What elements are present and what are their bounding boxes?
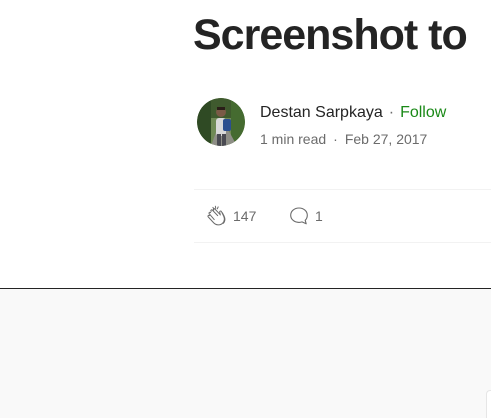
author-separator: · (388, 104, 395, 121)
clap-count[interactable]: 147 (233, 207, 256, 225)
response-count[interactable]: 1 (315, 207, 323, 225)
page: Screenshot to Destan Sarpkaya · Follow 1… (0, 0, 491, 418)
article-title: Screenshot to (193, 11, 468, 59)
follow-button[interactable]: Follow (400, 104, 446, 121)
author-avatar-photo (197, 98, 245, 146)
engagement-bar: 147 1 (194, 189, 491, 243)
clap-icon (207, 205, 226, 226)
author-avatar[interactable] (197, 98, 245, 146)
clap-button[interactable] (204, 204, 228, 228)
speech-bubble-icon (290, 207, 308, 225)
card-edge (486, 390, 491, 418)
read-time: 1 min read (260, 131, 327, 147)
author-name-link[interactable]: Destan Sarpkaya (260, 104, 383, 121)
article-meta: 1 min read · Feb 27, 2017 (260, 130, 427, 148)
author-line: Destan Sarpkaya · Follow (260, 103, 446, 123)
lower-panel (0, 289, 491, 418)
publish-date: Feb 27, 2017 (344, 131, 428, 147)
responses-button[interactable] (287, 204, 311, 228)
meta-separator: · (333, 131, 338, 147)
author-byline: Destan Sarpkaya · Follow 1 min read · Feb 27… (197, 98, 491, 148)
article-header: Screenshot to Destan Sarpkaya · Follow 1… (0, 0, 491, 289)
